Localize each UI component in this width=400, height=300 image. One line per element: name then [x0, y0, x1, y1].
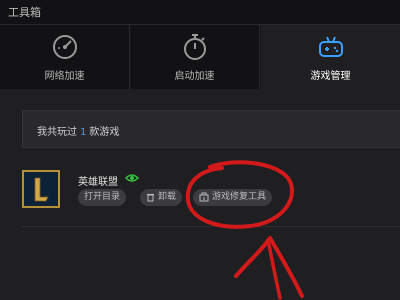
uninstall-label: 卸载: [158, 192, 177, 202]
tab-network-acceleration[interactable]: 网络加速: [0, 25, 130, 89]
uninstall-button[interactable]: 卸载: [140, 189, 183, 206]
title-bar: 工具箱: [0, 0, 400, 25]
games-count: 1: [80, 127, 87, 138]
stopwatch-icon: [183, 34, 206, 60]
summary-suffix: 款游戏: [89, 127, 120, 138]
tab-label: 网络加速: [44, 71, 85, 82]
tab-label: 游戏管理: [310, 71, 351, 82]
game-repair-tool-button[interactable]: 游戏修复工具: [193, 189, 273, 206]
gamepad-icon: [318, 36, 343, 57]
speedometer-icon: [52, 35, 77, 59]
tab-bar: 网络加速 启动加速 游戏管理: [0, 25, 400, 89]
tab-label: 启动加速: [174, 71, 215, 82]
game-repair-tool-label: 游戏修复工具: [212, 192, 267, 202]
open-directory-button[interactable]: 打开目录: [78, 189, 127, 206]
league-of-legends-icon: [22, 170, 60, 208]
game-management-panel: 我共玩过 1 款游戏 英雄联盟 打开目录 卸载 游戏修复工具: [0, 90, 400, 300]
repair-toolbox-icon: [199, 192, 209, 201]
summary-prefix: 我共玩过: [37, 127, 77, 138]
tab-game-management[interactable]: 游戏管理: [261, 25, 400, 89]
window-title: 工具箱: [8, 6, 41, 19]
games-played-summary: 我共玩过 1 款游戏: [22, 110, 400, 148]
open-directory-label: 打开目录: [84, 192, 121, 202]
eye-icon[interactable]: [125, 173, 139, 183]
game-name: 英雄联盟: [78, 177, 118, 188]
trash-icon: [147, 193, 154, 201]
tab-startup-acceleration[interactable]: 启动加速: [130, 25, 260, 89]
